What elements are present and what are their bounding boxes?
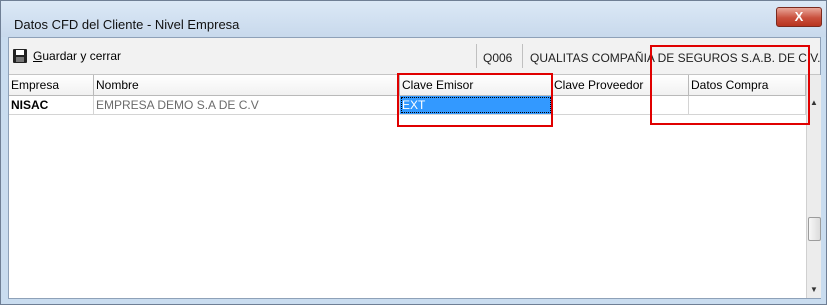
cfd-client-window: Datos CFD del Cliente - Nivel Empresa X … [0,0,827,305]
client-name: QUALITAS COMPAÑIA DE SEGUROS S.A.B. DE C… [530,51,821,65]
toolbar-separator [476,44,477,68]
client-area: Guardar y cerrar Q006 QUALITAS COMPAÑIA … [8,37,821,299]
cell-nombre[interactable]: EMPRESA DEMO S.A DE C.V [94,96,400,114]
save-and-close-button[interactable]: Guardar y cerrar [13,46,121,66]
column-header-clave-proveedor[interactable]: Clave Proveedor [552,75,689,95]
column-header-empresa[interactable]: Empresa [9,75,94,95]
vertical-scrollbar[interactable]: ▲ ▼ [806,75,821,298]
grid-header: Empresa Nombre Clave Emisor Clave Provee… [9,75,806,96]
scroll-thumb[interactable] [808,217,821,241]
table-row[interactable]: NISAC EMPRESA DEMO S.A DE C.V EXT [9,96,806,115]
column-header-nombre[interactable]: Nombre [94,75,400,95]
data-grid: Empresa Nombre Clave Emisor Clave Provee… [9,75,821,298]
title-bar: Datos CFD del Cliente - Nivel Empresa X [1,1,826,37]
cell-clave-proveedor[interactable] [552,96,689,114]
column-header-datos-compra[interactable]: Datos Compra [689,75,806,95]
save-label-rest: uardar y cerrar [42,49,122,63]
save-and-close-label: Guardar y cerrar [33,49,121,63]
client-code: Q006 [483,51,513,65]
scroll-down-icon[interactable]: ▼ [807,282,821,298]
window-title: Datos CFD del Cliente - Nivel Empresa [14,17,240,32]
save-disk-icon [13,49,27,63]
close-button[interactable]: X [776,7,822,27]
column-header-clave-emisor[interactable]: Clave Emisor [400,75,552,95]
cell-empresa[interactable]: NISAC [9,96,94,114]
toolbar: Guardar y cerrar Q006 QUALITAS COMPAÑIA … [9,38,821,75]
cell-clave-emisor[interactable]: EXT [400,96,552,114]
cell-datos-compra[interactable] [689,96,806,114]
close-icon: X [794,9,804,24]
toolbar-separator [522,44,523,68]
save-label-mnemonic: G [33,49,43,63]
scroll-up-icon[interactable]: ▲ [807,95,821,111]
